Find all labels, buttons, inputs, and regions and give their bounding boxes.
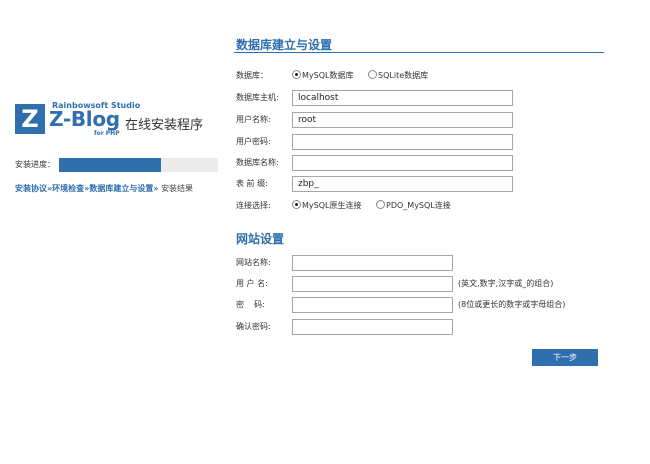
connection-radio-group: MySQL原生连接 PDO_MySQL连接 bbox=[292, 198, 451, 215]
confirm-password-input[interactable] bbox=[292, 319, 453, 335]
radio-selected-icon bbox=[292, 70, 301, 79]
zblog-logo: Z Rainbowsoft Studio Z-Blog for PHP 在线安装… bbox=[15, 101, 220, 141]
site-section-title: 网站设置 bbox=[236, 232, 285, 246]
radio-mysql-native-label: MySQL原生连接 bbox=[302, 201, 362, 210]
db-password-input[interactable] bbox=[292, 134, 513, 150]
radio-unselected-icon bbox=[368, 70, 378, 79]
logo-platform-text: for PHP bbox=[94, 130, 120, 137]
progress-label: 安装进度： bbox=[15, 160, 55, 169]
radio-mysql-native[interactable]: MySQL原生连接 bbox=[292, 198, 361, 214]
table-prefix-label: 表 前 缀: bbox=[236, 179, 268, 188]
admin-password-hint: (8位或更长的数字或字母组合) bbox=[458, 300, 566, 309]
step-database-setup: 数据库建立与设置 bbox=[89, 184, 154, 193]
db-host-label: 数据库主机: bbox=[236, 93, 279, 102]
next-step-button[interactable]: 下一步 bbox=[532, 349, 598, 366]
radio-pdo-mysql-label: PDO_MySQL连接 bbox=[386, 201, 451, 210]
section-divider bbox=[234, 52, 604, 53]
admin-user-hint: (英文,数字,汉字或_的组合) bbox=[458, 279, 554, 288]
radio-unselected-icon bbox=[376, 200, 386, 209]
admin-password-label: 密 码: bbox=[236, 300, 265, 309]
logo-brand-text: Z-Blog bbox=[49, 107, 120, 131]
db-user-label: 用户名称: bbox=[236, 115, 271, 124]
radio-mysql[interactable]: MySQL数据库 bbox=[292, 68, 353, 84]
step-agreement: 安装协议 bbox=[15, 184, 47, 193]
progress-bar-fill bbox=[59, 158, 161, 172]
progress-bar-track bbox=[59, 158, 218, 172]
confirm-password-label: 确认密码: bbox=[236, 322, 271, 331]
db-name-input[interactable] bbox=[292, 155, 513, 171]
admin-user-label: 用 户 名: bbox=[236, 279, 268, 288]
step-separator: » bbox=[153, 184, 159, 193]
db-type-radio-group: MySQL数据库 SQLite数据库 bbox=[292, 68, 428, 85]
database-section-title: 数据库建立与设置 bbox=[236, 38, 333, 52]
site-name-label: 网站名称: bbox=[236, 258, 271, 267]
db-user-input[interactable]: root bbox=[292, 112, 513, 128]
installer-title: 在线安装程序 bbox=[125, 118, 204, 133]
step-result: 安装结果 bbox=[161, 184, 194, 193]
connection-label: 连接选择: bbox=[236, 201, 271, 210]
radio-sqlite[interactable]: SQLite数据库 bbox=[368, 68, 428, 84]
db-host-input[interactable]: localhost bbox=[292, 90, 513, 106]
admin-password-input[interactable] bbox=[292, 297, 453, 313]
radio-mysql-label: MySQL数据库 bbox=[302, 71, 354, 80]
radio-selected-icon bbox=[292, 200, 301, 209]
site-name-input[interactable] bbox=[292, 255, 453, 271]
admin-user-input[interactable] bbox=[292, 276, 453, 292]
step-breadcrumb: 安装协议»环境检查»数据库建立与设置» 安装结果 bbox=[15, 183, 193, 195]
db-name-label: 数据库名称: bbox=[236, 158, 279, 167]
step-env-check: 环境检查 bbox=[52, 184, 85, 193]
db-type-label: 数据库： bbox=[236, 71, 268, 80]
radio-sqlite-label: SQLite数据库 bbox=[378, 71, 429, 80]
table-prefix-input[interactable]: zbp_ bbox=[292, 176, 513, 192]
logo-z-mark-icon: Z bbox=[15, 104, 45, 134]
radio-pdo-mysql[interactable]: PDO_MySQL连接 bbox=[376, 198, 451, 214]
db-password-label: 用户密码: bbox=[236, 137, 271, 146]
